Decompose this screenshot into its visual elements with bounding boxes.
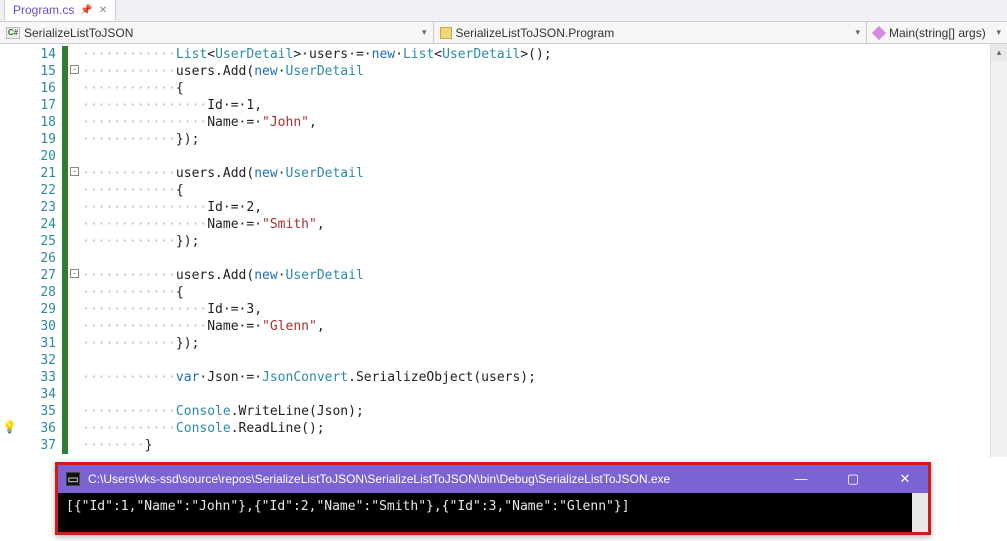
code-line[interactable]: ················Id·=·1, xyxy=(82,97,1007,114)
code-line[interactable]: ············users.Add(new·UserDetail xyxy=(82,63,1007,80)
line-number: 24 xyxy=(18,216,56,233)
line-number: 14 xyxy=(18,46,56,63)
line-number: 15 xyxy=(18,63,56,80)
line-number: 33 xyxy=(18,369,56,386)
line-number: 23 xyxy=(18,199,56,216)
line-number: 25 xyxy=(18,233,56,250)
console-title-text: C:\Users\vks-ssd\source\repos\SerializeL… xyxy=(88,472,670,486)
line-number: 18 xyxy=(18,114,56,131)
fold-toggle[interactable]: - xyxy=(70,167,79,176)
close-icon[interactable]: ✕ xyxy=(99,5,107,16)
code-line[interactable]: ············Console.WriteLine(Json); xyxy=(82,403,1007,420)
line-number: 26 xyxy=(18,250,56,267)
line-number: 30 xyxy=(18,318,56,335)
code-line[interactable]: ············}); xyxy=(82,335,1007,352)
method-icon xyxy=(873,27,885,39)
code-line[interactable]: ················Name·=·"Smith", xyxy=(82,216,1007,233)
vertical-scrollbar[interactable]: ▴ xyxy=(990,44,1007,457)
code-line[interactable] xyxy=(82,148,1007,165)
line-number: 27 xyxy=(18,267,56,284)
code-line[interactable] xyxy=(82,386,1007,403)
console-window: ▭ C:\Users\vks-ssd\source\repos\Serializ… xyxy=(55,462,931,535)
code-line[interactable]: ················Id·=·3, xyxy=(82,301,1007,318)
code-area[interactable]: ············List<UserDetail>·users·=·new… xyxy=(82,44,1007,457)
code-line[interactable]: ············{ xyxy=(82,80,1007,97)
console-app-icon: ▭ xyxy=(66,472,80,486)
method-dropdown[interactable]: Main(string[] args) ▾ xyxy=(867,22,1007,43)
code-line[interactable]: ············List<UserDetail>·users·=·new… xyxy=(82,46,1007,63)
chevron-down-icon: ▾ xyxy=(996,27,1001,38)
file-tab-label: Program.cs xyxy=(13,3,74,17)
outline-column: - - - xyxy=(68,44,82,457)
class-label: SerializeListToJSON.Program xyxy=(456,26,615,40)
namespace-label: SerializeListToJSON xyxy=(24,26,133,40)
file-tab-bar: Program.cs 📌 ✕ xyxy=(0,0,1007,22)
code-line[interactable]: ············var·Json·=·JsonConvert.Seria… xyxy=(82,369,1007,386)
console-scrollbar[interactable] xyxy=(912,493,928,532)
file-tab-program[interactable]: Program.cs 📌 ✕ xyxy=(4,0,116,21)
line-number: 22 xyxy=(18,182,56,199)
fold-toggle[interactable]: - xyxy=(70,269,79,278)
line-number: 28 xyxy=(18,284,56,301)
line-number: 21 xyxy=(18,165,56,182)
scroll-up-icon[interactable]: ▴ xyxy=(991,44,1007,61)
pin-icon[interactable]: 📌 xyxy=(80,5,92,16)
code-line[interactable]: ················Name·=·"Glenn", xyxy=(82,318,1007,335)
csharp-project-icon: C# xyxy=(6,27,20,39)
line-number: 29 xyxy=(18,301,56,318)
code-line[interactable]: ········} xyxy=(82,437,1007,454)
code-line[interactable]: ············{ xyxy=(82,284,1007,301)
console-title-bar[interactable]: ▭ C:\Users\vks-ssd\source\repos\Serializ… xyxy=(58,465,928,493)
code-line[interactable]: ············}); xyxy=(82,131,1007,148)
code-line[interactable]: ················Name·=·"John", xyxy=(82,114,1007,131)
code-line[interactable]: ············}); xyxy=(82,233,1007,250)
line-number: 37 xyxy=(18,437,56,454)
code-line[interactable]: ············users.Add(new·UserDetail xyxy=(82,165,1007,182)
chevron-down-icon: ▾ xyxy=(855,27,860,38)
line-number: 32 xyxy=(18,352,56,369)
lightbulb-icon[interactable]: 💡 xyxy=(2,420,17,434)
code-line[interactable]: ············{ xyxy=(82,182,1007,199)
method-label: Main(string[] args) xyxy=(889,26,986,40)
close-button[interactable]: ✕ xyxy=(890,471,920,487)
code-editor[interactable]: 💡 14151617181920212223242526272829303132… xyxy=(0,44,1007,457)
code-line[interactable]: ············users.Add(new·UserDetail xyxy=(82,267,1007,284)
line-number: 16 xyxy=(18,80,56,97)
console-output: [{"Id":1,"Name":"John"},{"Id":2,"Name":"… xyxy=(58,493,928,520)
maximize-button[interactable]: ▢ xyxy=(838,471,868,487)
line-number: 34 xyxy=(18,386,56,403)
namespace-dropdown[interactable]: C# SerializeListToJSON ▾ xyxy=(0,22,434,43)
code-line[interactable]: ············Console.ReadLine(); xyxy=(82,420,1007,437)
minimize-button[interactable]: — xyxy=(786,471,816,487)
line-number: 20 xyxy=(18,148,56,165)
line-number-gutter: 1415161718192021222324252627282930313233… xyxy=(18,44,62,457)
class-icon xyxy=(440,27,452,39)
chevron-down-icon: ▾ xyxy=(422,27,427,38)
class-dropdown[interactable]: SerializeListToJSON.Program ▾ xyxy=(434,22,868,43)
code-line[interactable]: ················Id·=·2, xyxy=(82,199,1007,216)
fold-toggle[interactable]: - xyxy=(70,65,79,74)
line-number: 35 xyxy=(18,403,56,420)
line-number: 31 xyxy=(18,335,56,352)
line-number: 19 xyxy=(18,131,56,148)
line-number: 36 xyxy=(18,420,56,437)
code-line[interactable] xyxy=(82,352,1007,369)
navigation-bar: C# SerializeListToJSON ▾ SerializeListTo… xyxy=(0,22,1007,44)
line-number: 17 xyxy=(18,97,56,114)
margin-icons: 💡 xyxy=(0,44,18,457)
code-line[interactable] xyxy=(82,250,1007,267)
